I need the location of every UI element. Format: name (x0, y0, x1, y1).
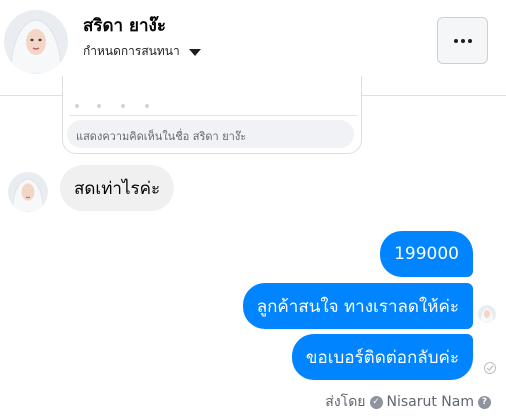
comment-input[interactable]: แสดงความคิดเห็นในชื่อ สริดา ยาง๊ะ (67, 120, 354, 148)
outgoing-message[interactable]: ขอเบอร์ติดต่อกลับค่ะ (291, 334, 473, 380)
read-receipt-avatar (478, 305, 496, 323)
more-dot (460, 38, 465, 43)
check-circle-icon: ✓ (369, 395, 383, 409)
more-dot (453, 38, 458, 43)
help-icon[interactable]: ? (478, 395, 491, 409)
contact-avatar[interactable] (4, 10, 68, 74)
conversation-settings-dropdown[interactable]: กำหนดการสนทนา (83, 42, 201, 61)
reaction-placeholder (75, 104, 155, 108)
more-dot (467, 38, 472, 43)
conversation-settings-label: กำหนดการสนทนา (83, 44, 180, 58)
outgoing-message[interactable]: 199000 (380, 231, 473, 277)
sent-check-icon (484, 362, 496, 374)
more-options-button[interactable] (437, 17, 488, 64)
sent-by-label: ส่งโดย (325, 394, 366, 410)
outgoing-message[interactable]: ลูกค้าสนใจ ทางเราลดให้ค่ะ (242, 283, 473, 329)
sender-avatar[interactable] (8, 172, 48, 212)
shared-post-card[interactable]: แสดงความคิดเห็นในชื่อ สริดา ยาง๊ะ (62, 76, 362, 154)
sender-name[interactable]: Nisarut Nam (387, 394, 475, 410)
incoming-message[interactable]: สดเท่าไรค่ะ (60, 165, 175, 211)
sent-by-info: ส่งโดย ✓ Nisarut Nam ? (325, 391, 491, 413)
card-divider (69, 115, 357, 116)
caret-down-icon (188, 49, 201, 56)
contact-name[interactable]: สริดา ยาง๊ะ (83, 12, 166, 39)
